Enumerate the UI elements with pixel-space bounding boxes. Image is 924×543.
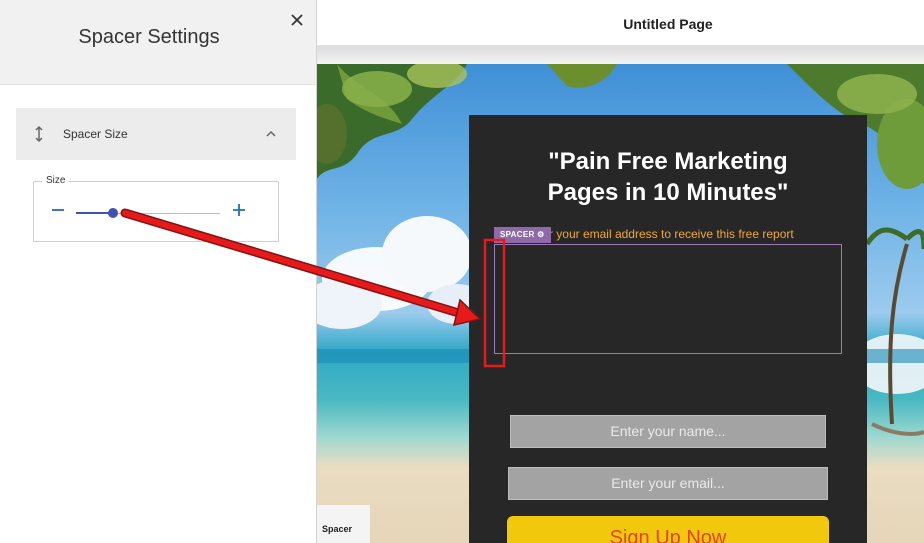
headline: "Pain Free Marketing Pages in 10 Minutes… (469, 146, 867, 208)
spacer-block[interactable] (494, 244, 842, 354)
page-title: Untitled Page (623, 16, 713, 32)
vertical-resize-icon (35, 125, 43, 143)
spacer-badge-label: SPACER (500, 230, 535, 239)
section-label: Spacer Size (63, 127, 128, 141)
chevron-up-icon[interactable] (264, 127, 278, 141)
gear-icon[interactable]: ⚙ (537, 230, 544, 239)
plus-icon[interactable] (231, 202, 247, 218)
size-control: Size (33, 175, 279, 242)
headline-line-2: Pages in 10 Minutes" (547, 179, 789, 206)
page-canvas[interactable]: Spacer "Pain Free Marketing Pages in 10 … (317, 64, 924, 543)
sign-up-button[interactable]: Sign Up Now (507, 516, 829, 543)
close-icon[interactable] (287, 10, 307, 30)
settings-panel: Spacer Settings Spacer Size Size (0, 0, 317, 543)
panel-header: Spacer Settings (0, 0, 316, 85)
name-input[interactable]: Enter your name... (510, 415, 826, 448)
optin-form-card: "Pain Free Marketing Pages in 10 Minutes… (469, 115, 867, 543)
email-input[interactable]: Enter your email... (508, 467, 828, 500)
spacer-badge[interactable]: SPACER ⚙ (494, 227, 551, 243)
size-label: Size (42, 175, 70, 186)
size-slider-handle[interactable] (108, 208, 119, 218)
top-bar: Untitled Page (317, 0, 924, 46)
panel-title: Spacer Settings (78, 26, 220, 48)
spacer-tag[interactable]: Spacer (317, 505, 370, 543)
minus-icon[interactable] (50, 202, 66, 218)
size-slider-track[interactable] (76, 208, 220, 218)
spacer-size-section-header[interactable]: Spacer Size (16, 108, 296, 160)
headline-line-1: "Pain Free Marketing (548, 148, 788, 175)
top-bar-shadow (317, 46, 924, 64)
